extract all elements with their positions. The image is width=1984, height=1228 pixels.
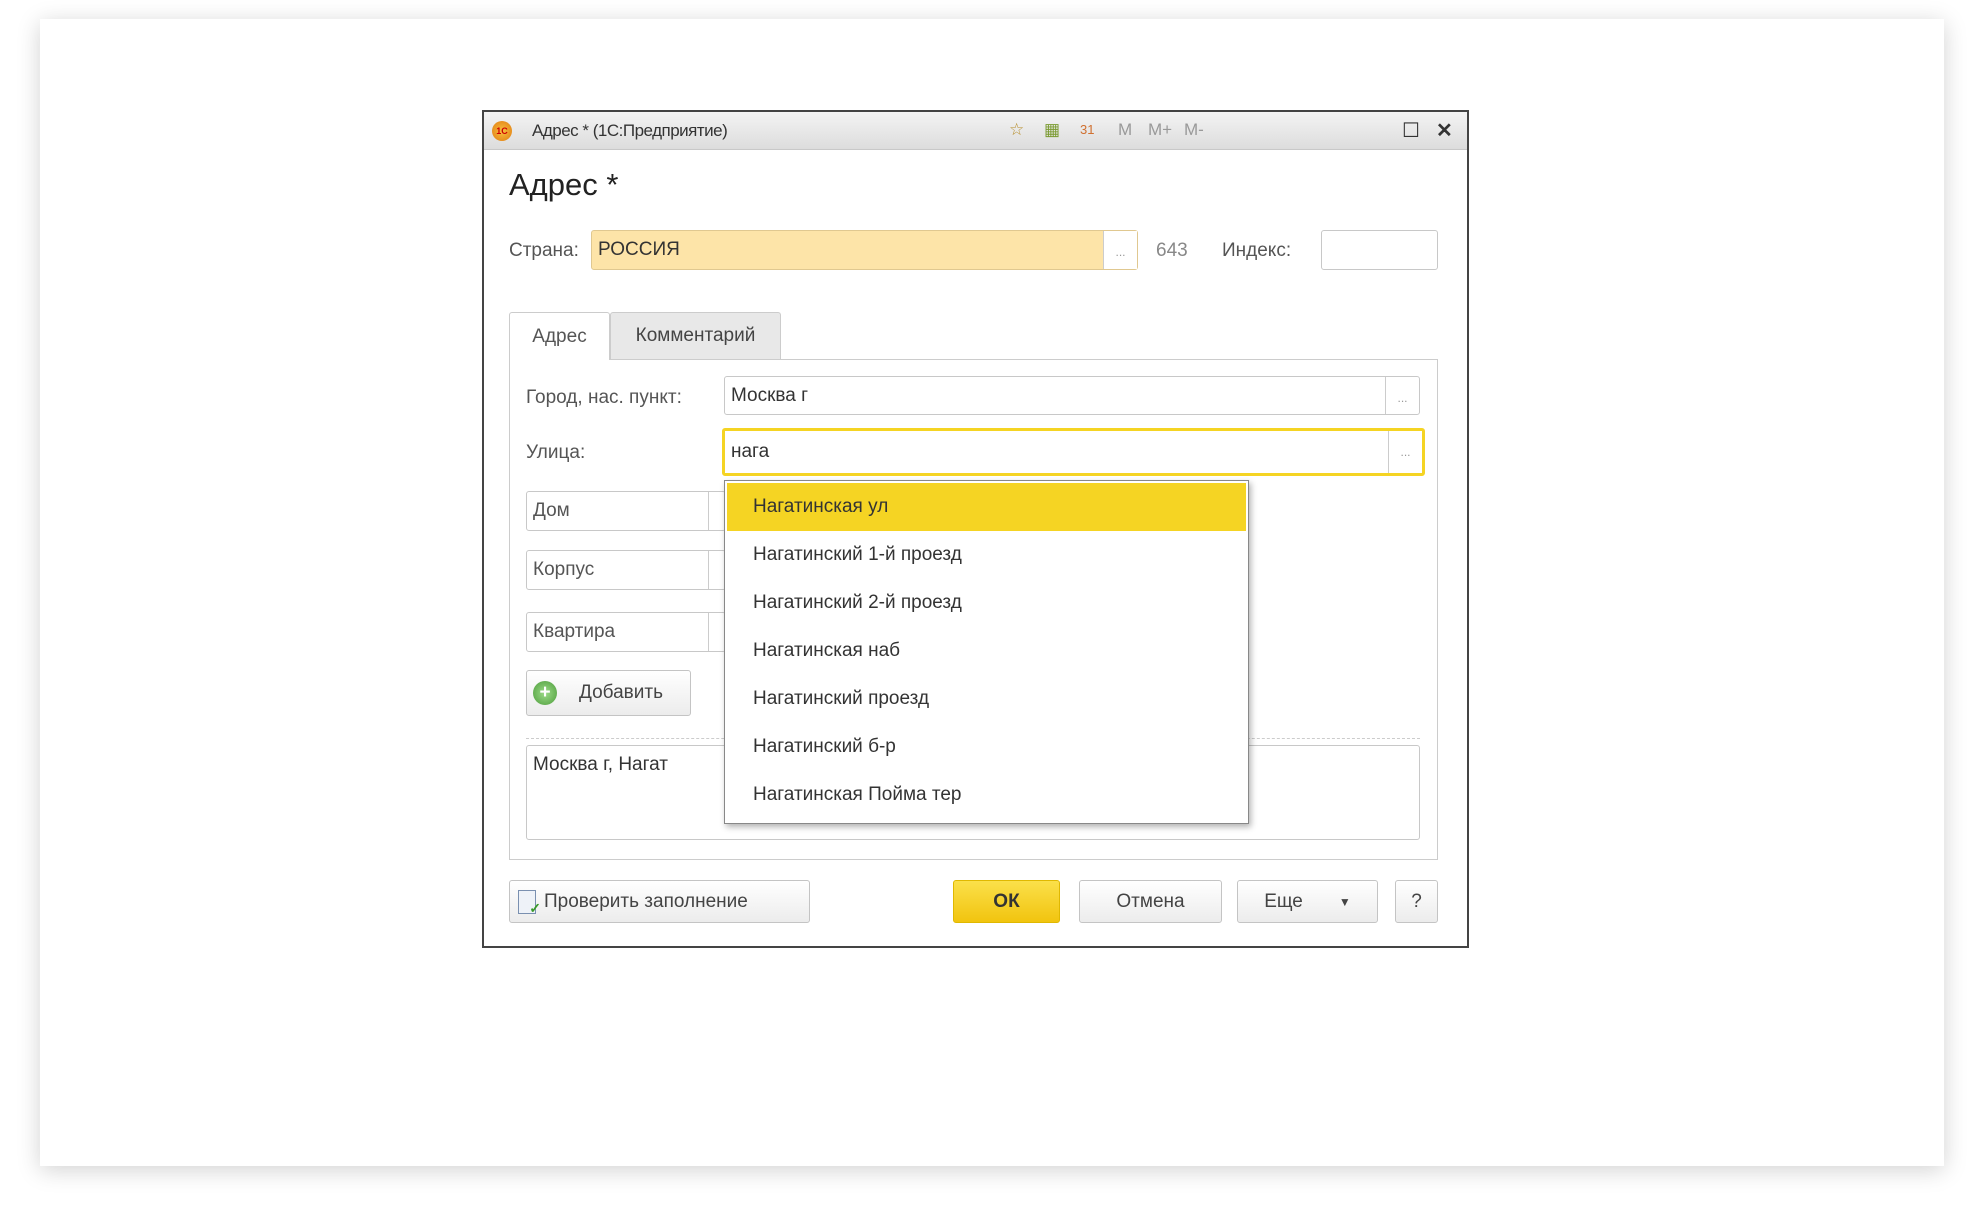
apartment-type-field[interactable]: Квартира [526,612,726,652]
country-select-button[interactable]: ... [1103,231,1137,269]
check-filling-label: Проверить заполнение [544,890,748,912]
country-code: 643 [1156,240,1188,261]
tab-comment[interactable]: Комментарий [610,312,781,359]
maximize-icon[interactable]: ☐ [1402,118,1420,143]
country-label: Страна: [509,240,579,261]
dropdown-item[interactable]: Нагатинская наб [725,627,1248,675]
help-button[interactable]: ? [1395,880,1438,923]
index-input[interactable] [1321,230,1438,270]
city-select-button[interactable]: ... [1385,377,1419,414]
dropdown-item[interactable]: Нагатинский 1-й проезд [725,531,1248,579]
memory-m-button[interactable]: M [1118,120,1132,140]
memory-minus-button[interactable]: M- [1184,120,1204,140]
country-value: РОССИЯ [598,239,680,260]
city-value: Москва г [731,384,809,406]
more-button[interactable]: Еще ▼ [1237,880,1378,923]
page-title: Адрес * [509,167,619,202]
dropdown-item[interactable]: Нагатинская ул [727,483,1246,531]
street-select-button[interactable]: ... [1388,431,1422,473]
ok-button[interactable]: ОК [953,880,1060,923]
tab-address[interactable]: Адрес [509,312,610,360]
add-icon: + [533,681,557,705]
app-logo-icon: 1С [492,121,512,141]
city-input[interactable]: Москва г ... [724,376,1420,415]
street-value: нага [731,441,770,462]
house-type-field[interactable]: Дом [526,491,726,531]
city-label: Город, нас. пункт: [526,387,682,408]
title-bar[interactable]: 1С Адрес * (1С:Предприятие) ☆ ▦ 31 M M+ … [484,112,1467,150]
dropdown-item[interactable]: Нагатинская Пойма тер [725,771,1248,819]
apartment-label: Квартира [533,621,616,642]
street-input[interactable]: нага ... [722,428,1425,476]
check-filling-button[interactable]: ✓ Проверить заполнение [509,880,810,923]
more-label: Еще [1264,890,1303,912]
index-label: Индекс: [1222,240,1292,261]
address-dialog: 1С Адрес * (1С:Предприятие) ☆ ▦ 31 M M+ … [482,110,1469,948]
country-input[interactable]: РОССИЯ ... [591,230,1138,270]
cancel-button[interactable]: Отмена [1079,880,1222,923]
calculator-icon[interactable]: ▦ [1044,120,1060,140]
street-label: Улица: [526,442,586,463]
address-text: Москва г, Нагат [533,754,668,775]
street-autocomplete-dropdown: Нагатинская ул Нагатинский 1-й проезд На… [724,480,1249,824]
building-type-field[interactable]: Корпус [526,550,726,590]
calendar-icon[interactable]: 31 [1080,122,1094,137]
chevron-down-icon: ▼ [1338,894,1351,909]
add-button[interactable]: + Добавить [526,670,691,716]
check-document-icon: ✓ [518,889,541,916]
add-button-label: Добавить [579,682,663,703]
window-title: Адрес * (1С:Предприятие) [532,121,728,140]
favorite-icon[interactable]: ☆ [1009,120,1024,140]
dropdown-item[interactable]: Нагатинский проезд [725,675,1248,723]
close-icon[interactable]: ✕ [1436,118,1453,143]
dropdown-item[interactable]: Нагатинский б-р [725,723,1248,771]
dropdown-item[interactable]: Нагатинский 2-й проезд [725,579,1248,627]
memory-plus-button[interactable]: M+ [1148,120,1172,140]
building-label: Корпус [533,559,595,580]
house-label: Дом [533,500,570,521]
